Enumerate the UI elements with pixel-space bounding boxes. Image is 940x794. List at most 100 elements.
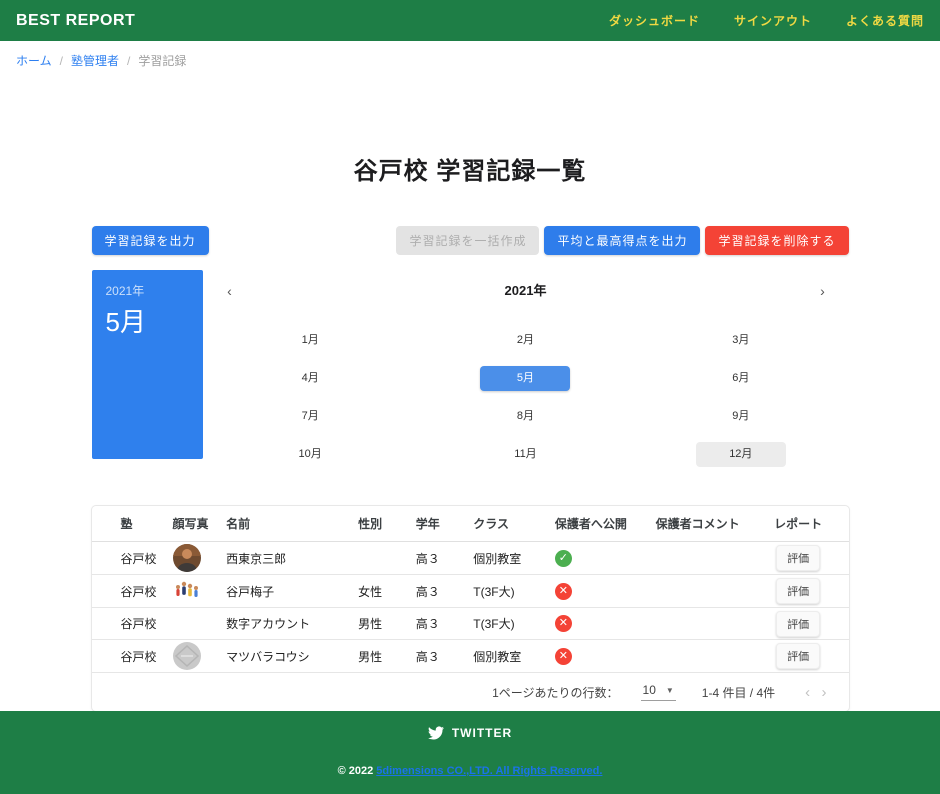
next-year-button[interactable]: › [810, 278, 836, 304]
month-picker: 2021年 5月 ‹ 2021年 › 1月 2月 3月 4月 5月 6月 7月 8月 9月 10月… [91, 270, 849, 467]
column-header-class: クラス [465, 506, 547, 542]
cell-report: 評価 [763, 639, 849, 673]
breadcrumb-separator: / [127, 53, 131, 68]
cell-grade: 高３ [407, 541, 466, 575]
cell-visible-to-parents: ✕ [546, 607, 648, 640]
table-header-row: 塾顔写真 名前 性別 学年 クラス 保護者へ公開 保護者コメント レポート [91, 506, 849, 542]
cell-report: 評価 [763, 574, 849, 608]
breadcrumb: ホーム / 塾管理者 / 学習記録 [0, 41, 940, 77]
prev-year-button[interactable]: ‹ [217, 278, 243, 304]
actions-row: 学習記録を出力 学習記録を一括作成 平均と最高得点を出力 学習記録を削除する [91, 226, 849, 255]
evaluate-button[interactable]: 評価 [776, 643, 821, 669]
chevron-left-icon: ‹ [227, 283, 232, 299]
evaluate-button[interactable]: 評価 [776, 545, 821, 571]
cell-visible-to-parents: ✓ [546, 541, 648, 575]
delete-records-button[interactable]: 学習記録を削除する [705, 226, 849, 255]
cell-photo [164, 574, 219, 608]
column-header-report: レポート [763, 506, 849, 542]
rows-per-page-select[interactable]: 10 ▼ [640, 683, 676, 701]
calendar-year-label: 2021年 [504, 283, 547, 298]
pagination-next-button[interactable]: › [818, 684, 831, 701]
column-header-school: 塾 [91, 506, 165, 542]
check-circle-icon: ✓ [554, 549, 572, 567]
cell-photo [164, 541, 219, 575]
pagination-arrows: ‹ › [801, 684, 830, 701]
cell-school: 谷戸校 [91, 541, 165, 575]
nav-link-dashboard[interactable]: ダッシュボード [609, 12, 700, 29]
evaluate-button[interactable]: 評価 [776, 610, 821, 637]
rows-per-page: 1ページあたりの行数： 10 ▼ [492, 683, 676, 701]
rows-per-page-label: 1ページあたりの行数： [492, 685, 619, 700]
records-table-card: 塾顔写真 名前 性別 学年 クラス 保護者へ公開 保護者コメント レポート 谷戸校 西東京三郎高… [91, 506, 849, 711]
column-header-visible: 保護者へ公開 [546, 506, 648, 542]
breadcrumb-item-study-records: 学習記録 [138, 54, 187, 68]
calendar-header: ‹ 2021年 › [203, 278, 849, 304]
breadcrumb-item-home[interactable]: ホーム [16, 52, 52, 69]
cell-name: マツバラコウシ [218, 639, 351, 673]
export-records-button[interactable]: 学習記録を出力 [91, 226, 209, 255]
app-footer: TWITTER © 2022 5dimensions CO.,LTD. All … [0, 711, 940, 794]
app-header: BEST REPORT ダッシュボード サインアウト よくある質問 [0, 0, 940, 41]
selected-date-panel: 2021年 5月 [91, 270, 203, 459]
month-cell-3月[interactable]: 3月 [696, 328, 786, 353]
cell-gender [350, 541, 408, 575]
twitter-link[interactable]: TWITTER [427, 726, 512, 740]
month-cell-1月[interactable]: 1月 [265, 328, 355, 353]
column-header-photo: 顔写真 [164, 506, 219, 542]
month-cell-6月[interactable]: 6月 [696, 366, 786, 391]
month-cell-12月[interactable]: 12月 [695, 441, 786, 467]
month-cell-2月[interactable]: 2月 [480, 328, 570, 353]
avatar-group-photo [173, 577, 211, 605]
cell-report: 評価 [763, 607, 849, 640]
cell-gender: 男性 [350, 607, 408, 640]
cell-photo [164, 607, 219, 640]
column-header-name: 名前 [218, 506, 351, 542]
cell-grade: 高３ [407, 639, 466, 673]
cell-class: T(3F大) [465, 607, 547, 640]
header-nav: ダッシュボード サインアウト よくある質問 [609, 12, 924, 29]
pagination-prev-button[interactable]: ‹ [801, 684, 814, 701]
cell-grade: 高３ [407, 574, 466, 608]
nav-link-signout[interactable]: サインアウト [734, 12, 812, 29]
table-row: 谷戸校 谷戸梅子 女性 高３ T(3F大) ✕ 評価 [91, 574, 849, 608]
caret-down-icon: ▼ [665, 685, 674, 695]
cell-class: 個別教室 [465, 639, 547, 673]
nav-link-faq[interactable]: よくある質問 [846, 12, 924, 29]
cell-gender: 男性 [350, 639, 408, 673]
cell-name: 谷戸梅子 [218, 574, 351, 608]
cell-school: 谷戸校 [91, 574, 165, 608]
avatar-placeholder-icon [172, 642, 211, 670]
chevron-right-icon: › [820, 283, 825, 299]
bulk-create-button[interactable]: 学習記録を一括作成 [396, 226, 540, 255]
x-circle-icon: ✕ [554, 647, 572, 665]
month-cell-7月[interactable]: 7月 [265, 404, 355, 429]
cell-photo [164, 639, 219, 673]
month-cell-10月[interactable]: 10月 [265, 442, 355, 467]
month-calendar: ‹ 2021年 › 1月 2月 3月 4月 5月 6月 7月 8月 9月 10月 11月 12月 [203, 270, 849, 467]
cell-name: 数字アカウント [218, 607, 351, 640]
column-header-comment: 保護者コメント [647, 506, 764, 542]
breadcrumb-item-juku-admin[interactable]: 塾管理者 [71, 52, 119, 69]
table-row: 谷戸校 西東京三郎 高３ 個別教室 ✓ 評価 [91, 541, 849, 575]
cell-parent-comment [647, 541, 764, 575]
cell-visible-to-parents: ✕ [546, 574, 648, 608]
evaluate-button[interactable]: 評価 [776, 578, 821, 604]
rows-per-page-value: 10 [642, 683, 656, 697]
copyright: © 2022 5dimensions CO.,LTD. All Rights R… [338, 765, 603, 777]
export-averages-button[interactable]: 平均と最高得点を出力 [544, 226, 701, 255]
cell-visible-to-parents: ✕ [546, 639, 648, 673]
selected-year-label: 2021年 [105, 284, 145, 298]
cell-grade: 高３ [407, 607, 466, 640]
cell-parent-comment [647, 607, 764, 640]
cell-parent-comment [647, 639, 764, 673]
copyright-prefix: © 2022 [337, 765, 374, 777]
month-cell-8月[interactable]: 8月 [480, 404, 570, 429]
copyright-company-link[interactable]: 5dimensions CO.,LTD. All Rights Reserved… [376, 765, 602, 777]
month-cell-9月[interactable]: 9月 [696, 404, 786, 429]
month-cell-4月[interactable]: 4月 [265, 366, 355, 391]
cell-name: 西東京三郎 [218, 541, 351, 575]
month-cell-11月[interactable]: 11月 [480, 442, 570, 467]
brand-title: BEST REPORT [16, 11, 136, 29]
month-cell-5月[interactable]: 5月 [480, 365, 571, 391]
cell-class: T(3F大) [465, 574, 547, 608]
